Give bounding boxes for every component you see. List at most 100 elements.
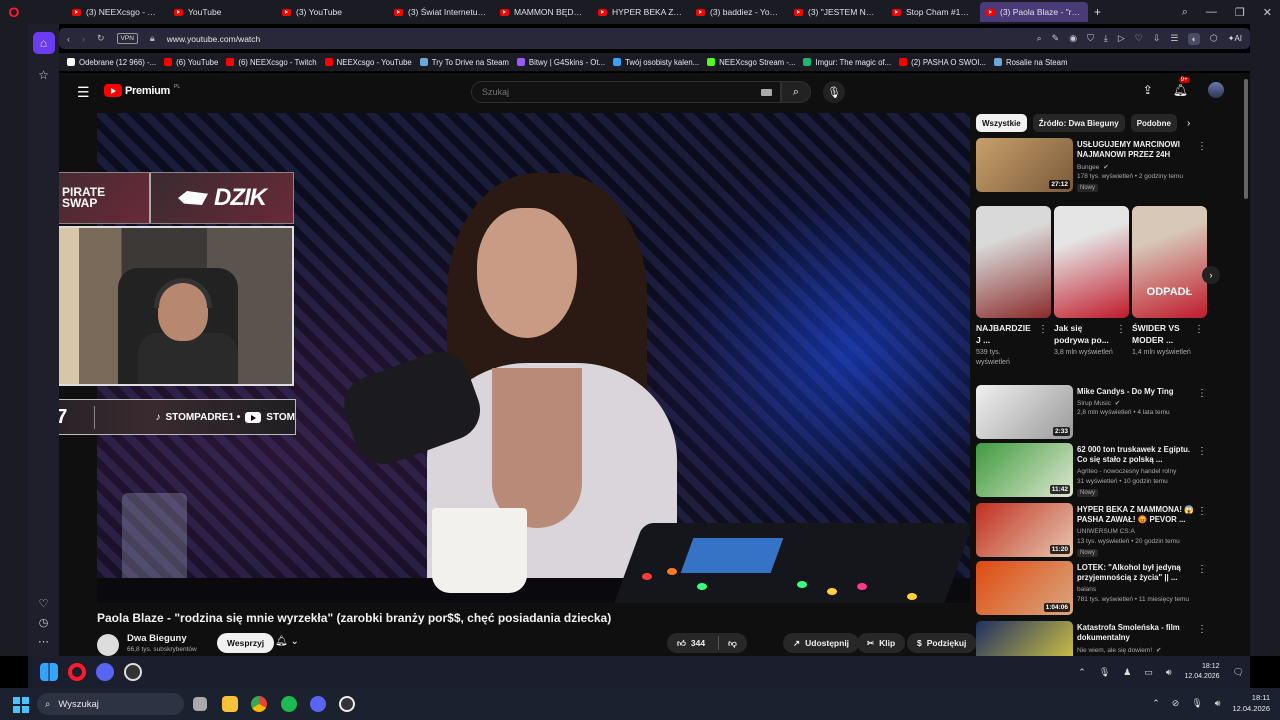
network-off-icon[interactable]: ⊘ <box>1172 698 1180 709</box>
shield-icon[interactable]: ⛉ <box>1087 33 1094 44</box>
filter-chip[interactable]: Podobne <box>1130 114 1177 132</box>
short-item[interactable]: NAJBARDZIE J ... 539 tys. wyświetleń ⋮ <box>976 206 1051 368</box>
bookmark-item[interactable]: NEEXcsgo - YouTube <box>324 58 412 67</box>
page-scrollbar[interactable] <box>1244 79 1248 199</box>
obs-taskbar-icon[interactable] <box>124 663 142 681</box>
video-thumbnail[interactable]: 2:33 <box>976 385 1073 439</box>
rec-channel[interactable]: Sirup Music ✔ <box>1077 399 1120 407</box>
more-vert-icon[interactable]: ⋮ <box>1197 506 1207 517</box>
taskbar-search[interactable]: ⌕ Wyszukaj <box>37 693 184 715</box>
tray-chevron-icon[interactable]: ⌃ <box>1078 667 1086 678</box>
bookmark-item[interactable]: Try To Drive na Steam <box>419 58 509 67</box>
discord-taskbar-icon[interactable] <box>96 663 114 681</box>
filter-chip[interactable]: Źródło: Dwa Bieguny <box>1032 114 1125 132</box>
opera-logo-icon[interactable]: O <box>0 0 28 24</box>
support-button[interactable]: Wesprzyj <box>217 633 275 653</box>
video-thumbnail[interactable]: 1:04:06 <box>976 561 1073 615</box>
volume-icon[interactable]: 🔊︎ <box>1215 698 1221 709</box>
search-icon[interactable]: ⌕ <box>1037 33 1042 44</box>
minimize-button[interactable]: — <box>1206 6 1217 18</box>
play-icon[interactable]: ▷ <box>1118 33 1125 44</box>
heart-icon[interactable]: ♡ <box>39 597 49 610</box>
rec-channel[interactable]: balans <box>1077 586 1096 593</box>
bookmark-item[interactable]: Twój osobisty kalen... <box>613 58 699 67</box>
discord-icon[interactable] <box>310 696 326 712</box>
more-vert-icon[interactable]: ⋮ <box>1038 324 1048 335</box>
start-button[interactable] <box>13 697 29 713</box>
back-icon[interactable]: ‹ <box>67 34 70 44</box>
clip-button[interactable]: ✂ Klip <box>857 633 906 653</box>
windows-start-icon[interactable] <box>40 663 58 681</box>
thanks-button[interactable]: $ Podziękuj <box>907 633 977 653</box>
inner-clock[interactable]: 18:12 12.04.2026 <box>1185 662 1220 682</box>
short-title[interactable]: ŚWIDER VS MODER ... <box>1132 322 1192 346</box>
url-field[interactable]: www.youtube.com/watch <box>167 34 261 44</box>
menu-list-icon[interactable]: ☰ <box>1170 33 1178 44</box>
account-avatar[interactable] <box>1208 82 1224 98</box>
download-tray-icon[interactable]: ⇩ <box>1153 33 1161 44</box>
obs-icon[interactable] <box>339 696 355 712</box>
short-title[interactable]: Jak się podrywa po... <box>1054 322 1114 346</box>
bookmark-item[interactable]: NEEXcsgo Stream -... <box>707 58 795 67</box>
hamburger-menu-icon[interactable]: ☰ <box>77 84 90 101</box>
browser-tab[interactable]: YouTube <box>168 2 274 22</box>
extension-icon[interactable]: ◐ <box>1188 32 1200 45</box>
short-thumbnail[interactable] <box>1054 206 1129 318</box>
more-icon[interactable]: ⋯ <box>38 635 49 648</box>
keyboard-icon[interactable] <box>761 89 772 96</box>
recommended-video[interactable]: Katastrofa Smoleńska - film dokumentalny… <box>976 621 1211 656</box>
search-tabs-icon[interactable]: ⌕ <box>1182 6 1188 19</box>
notification-tray-icon[interactable]: 🗨︎ <box>1233 667 1244 678</box>
rec-title[interactable]: LOTEK: "Alkohol był jedyną przyjemnością… <box>1077 563 1195 583</box>
download-icon[interactable]: ⤓ <box>1104 33 1108 44</box>
file-explorer-icon[interactable] <box>222 696 238 712</box>
shorts-next-icon[interactable]: › <box>1202 266 1220 284</box>
bookmark-item[interactable]: (2) PASHA O SWOI... <box>899 58 986 67</box>
recommended-video[interactable]: 27:12 USŁUGUJEMY MARCINOWI NAJMANOWI PRZE… <box>976 138 1211 194</box>
network-tray-icon[interactable]: ▭ <box>1144 667 1153 678</box>
video-thumbnail[interactable]: 11:42 <box>976 443 1073 497</box>
system-clock[interactable]: 18:11 12.04.2026 <box>1232 692 1270 714</box>
bookmark-item[interactable]: (6) YouTube <box>164 58 218 67</box>
camera-icon[interactable]: ◉ <box>1069 33 1077 44</box>
chevron-right-icon[interactable]: › <box>1187 118 1190 129</box>
mic-icon[interactable]: 🎙︎ <box>1191 698 1202 709</box>
search-button[interactable]: ⌕ <box>781 81 811 103</box>
more-vert-icon[interactable]: ⋮ <box>1116 324 1126 335</box>
short-thumbnail[interactable]: ODPADŁ <box>1132 206 1207 318</box>
bookmark-item[interactable]: Imgur: The magic of... <box>803 58 891 67</box>
vpn-badge[interactable]: VPN <box>116 33 138 44</box>
youtube-logo[interactable]: Premium PL <box>104 84 180 97</box>
recommended-video[interactable]: 11:42 62 000 ton truskawek z Egiptu. Co s… <box>976 443 1211 499</box>
browser-tab[interactable]: (3) "JESTEM NAJLEPSZY <box>788 2 884 22</box>
recommended-video[interactable]: 1:04:06 LOTEK: "Alkohol był jedyną przyje… <box>976 561 1211 617</box>
rec-channel[interactable]: Nie wiem, ale się dowiem! ✔ <box>1077 646 1161 654</box>
browser-tab[interactable]: Stop Cham #1440 - Niel <box>886 2 978 22</box>
upload-icon[interactable]: ⇪ <box>1143 83 1153 97</box>
browser-tab[interactable]: HYPER BEKA Z MAMMO <box>592 2 688 22</box>
short-item[interactable]: ODPADŁ ŚWIDER VS MODER ... 1,4 mln wyświet… <box>1132 206 1207 358</box>
forward-icon[interactable]: › <box>82 34 85 44</box>
browser-tab[interactable]: MAMMON BĘDZIE OJCE <box>494 2 590 22</box>
chrome-icon[interactable] <box>251 696 267 712</box>
history-icon[interactable]: ◷ <box>39 616 49 629</box>
mic-tray-icon[interactable]: 🎙︎ <box>1099 667 1110 678</box>
rec-title[interactable]: Mike Candys - Do My Ting <box>1077 387 1195 397</box>
task-view-icon[interactable] <box>193 697 207 711</box>
rec-title[interactable]: Katastrofa Smoleńska - film dokumentalny <box>1077 623 1195 643</box>
bookmark-item[interactable]: (6) NEEXcsgo - Twitch <box>226 58 317 67</box>
short-item[interactable]: Jak się podrywa po... 3,8 mln wyświetleń ⋮ <box>1054 206 1129 358</box>
channel-avatar[interactable] <box>97 634 119 656</box>
more-vert-icon[interactable]: ⋮ <box>1197 141 1207 152</box>
more-vert-icon[interactable]: ⋮ <box>1197 564 1207 575</box>
channel-name[interactable]: Dwa Bieguny <box>127 633 187 644</box>
more-vert-icon[interactable]: ⋮ <box>1194 324 1204 335</box>
notifications-bell-icon[interactable]: 🔔︎ 9+ <box>1173 77 1190 97</box>
like-button[interactable]: 👍︎ 344 👎︎ <box>667 633 747 653</box>
spotify-icon[interactable] <box>281 696 297 712</box>
volume-tray-icon[interactable]: 🔊︎ <box>1166 667 1172 678</box>
tray-chevron-icon[interactable]: ⌃ <box>1152 698 1160 709</box>
short-title[interactable]: NAJBARDZIE J ... <box>976 322 1036 346</box>
ai-button[interactable]: ✦AI <box>1228 34 1242 43</box>
opera-taskbar-icon[interactable] <box>68 663 86 681</box>
